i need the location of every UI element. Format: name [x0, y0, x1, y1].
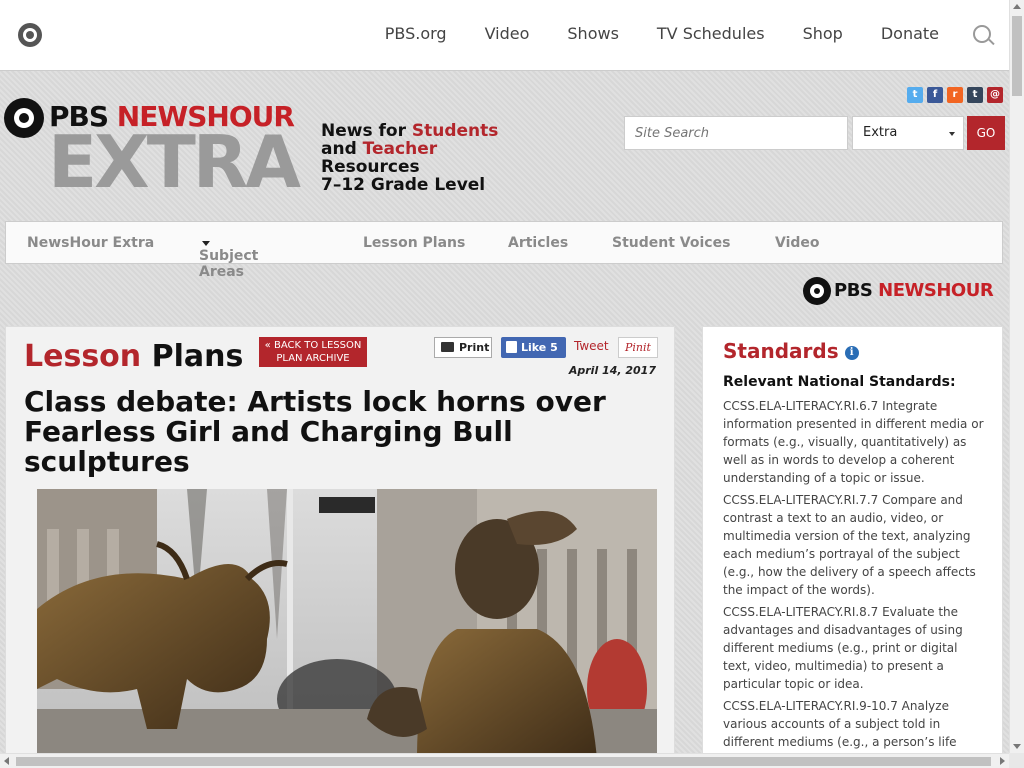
facebook-like-button[interactable]: Like 5 [501, 337, 566, 358]
section-title: Lesson Plans [24, 339, 244, 374]
site-tagline: News for Students and Teacher Resources … [321, 121, 499, 195]
vertical-scrollbar[interactable] [1009, 0, 1024, 753]
social-icons: t f r t @ [907, 87, 1003, 103]
topnav-tv-schedules[interactable]: TV Schedules [657, 24, 765, 43]
nav-newshour-extra[interactable]: NewsHour Extra [27, 235, 154, 251]
nav-subject-areas[interactable]: Subject Areas [199, 235, 258, 280]
standard-item: CCSS.ELA-LITERACY.RI.8.7 Evaluate the ad… [723, 605, 963, 691]
search-go-button[interactable]: GO [967, 116, 1005, 150]
scrollbar-corner [1009, 753, 1024, 768]
email-icon[interactable]: @ [987, 87, 1003, 103]
nav-lesson-plans[interactable]: Lesson Plans [363, 235, 465, 251]
article-panel: Lesson Plans « BACK TO LESSON PLAN ARCHI… [5, 326, 675, 753]
page-viewport: PBS.org Video Shows TV Schedules Shop Do… [0, 0, 1009, 753]
dropdown-arrow-icon [202, 240, 210, 246]
topnav-shop[interactable]: Shop [803, 24, 843, 43]
main-nav: NewsHour Extra Subject Areas Lesson Plan… [5, 221, 1003, 280]
facebook-icon[interactable]: f [927, 87, 943, 103]
standards-title: Standards i [723, 339, 859, 363]
standard-item: CCSS.ELA-LITERACY.RI.6.7 Integrate infor… [723, 399, 984, 485]
scroll-up-arrow-icon[interactable] [1013, 4, 1021, 9]
standards-subtitle: Relevant National Standards: [723, 374, 956, 390]
twitter-icon[interactable]: t [907, 87, 923, 103]
scroll-right-arrow-icon[interactable] [1000, 757, 1005, 765]
search-scope-select[interactable]: Extra [852, 116, 964, 150]
fearless-girl-bull-photo [37, 489, 657, 753]
scroll-left-arrow-icon[interactable] [4, 757, 9, 765]
pbs-top-nav: PBS.org Video Shows TV Schedules Shop Do… [347, 24, 939, 43]
topnav-video[interactable]: Video [485, 24, 530, 43]
standard-item: CCSS.ELA-LITERACY.RI.7.7 Compare and con… [723, 493, 976, 597]
printer-icon [441, 342, 454, 352]
standards-sidebar: Standards i Relevant National Standards: … [702, 326, 1003, 753]
pinit-button[interactable]: Pinit [618, 337, 658, 358]
nav-video[interactable]: Video [775, 235, 820, 251]
topnav-pbs-org[interactable]: PBS.org [385, 24, 447, 43]
site-search-input[interactable] [624, 116, 848, 150]
topnav-shows[interactable]: Shows [567, 24, 619, 43]
scroll-down-arrow-icon[interactable] [1013, 744, 1021, 749]
pbs-circle-icon [803, 277, 831, 305]
horizontal-scrollbar[interactable] [0, 753, 1009, 768]
horizontal-scroll-thumb[interactable] [16, 757, 991, 766]
tweet-button[interactable]: Tweet [574, 339, 609, 353]
article-headline: Class debate: Artists lock horns over Fe… [24, 385, 606, 478]
pbs-logo-icon[interactable] [18, 23, 42, 47]
search-icon[interactable] [973, 25, 991, 43]
newshour-extra-logo[interactable]: PBS NEWSHOUR EXTRA [4, 96, 314, 201]
print-button[interactable]: Print [434, 337, 492, 358]
back-to-archive-button[interactable]: « BACK TO LESSON PLAN ARCHIVE [259, 337, 367, 367]
vertical-scroll-thumb[interactable] [1012, 16, 1022, 96]
article-date: April 14, 2017 [568, 364, 656, 377]
info-icon[interactable]: i [844, 345, 859, 360]
thumbs-up-icon [506, 341, 517, 353]
pbs-top-bar: PBS.org Video Shows TV Schedules Shop Do… [0, 0, 1009, 71]
article-photo [37, 489, 657, 753]
logo-extra-text: EXTRA [48, 120, 301, 204]
chevron-down-icon [949, 132, 955, 136]
standard-item: CCSS.ELA-LITERACY.RI.9-10.7 Analyze vari… [723, 699, 957, 749]
nav-articles[interactable]: Articles [508, 235, 568, 251]
topnav-donate[interactable]: Donate [881, 24, 939, 43]
rss-icon[interactable]: r [947, 87, 963, 103]
tumblr-icon[interactable]: t [967, 87, 983, 103]
standards-list: CCSS.ELA-LITERACY.RI.6.7 Integrate infor… [723, 397, 987, 753]
pbs-circle-icon [4, 98, 44, 138]
nav-student-voices[interactable]: Student Voices [612, 235, 730, 251]
